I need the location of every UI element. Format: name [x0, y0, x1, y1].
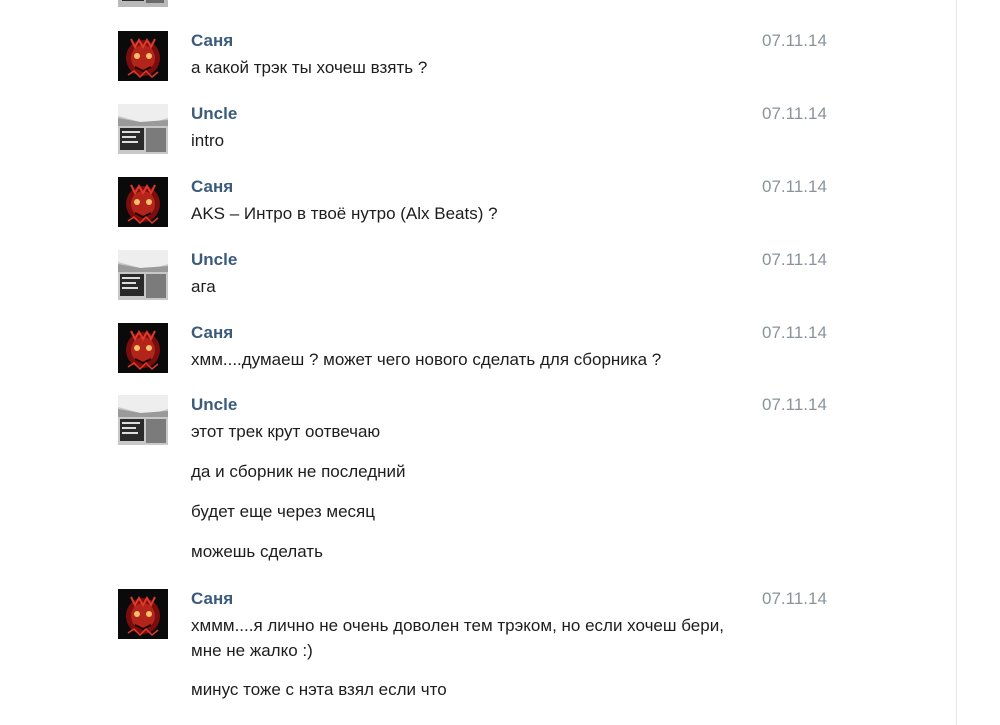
message-date[interactable]: 07.11.14 [762, 323, 827, 343]
message-date[interactable]: 07.11.14 [762, 31, 827, 51]
sanya-avatar-icon[interactable] [118, 177, 168, 227]
message-text: а какой трэк ты хочеш взять ? [191, 58, 428, 77]
message-author[interactable]: Саня [191, 177, 233, 197]
message-text: хммм....я лично не очень доволен тем трэ… [191, 616, 724, 635]
message-author[interactable]: Саня [191, 31, 233, 51]
message-text: intro [191, 131, 225, 150]
message-text: хмм....думаеш ? может чего нового сделат… [191, 350, 662, 369]
sanya-avatar-icon[interactable] [118, 323, 168, 373]
uncle-avatar-icon[interactable] [118, 250, 168, 300]
message-text: да и сборник не последний [191, 462, 406, 481]
message-date[interactable]: 07.11.14 [762, 250, 827, 270]
sanya-avatar-icon[interactable] [118, 31, 168, 81]
message-text: ага [191, 277, 216, 296]
message-author[interactable]: Саня [191, 323, 233, 343]
uncle-avatar-icon [118, 0, 168, 7]
message-text: AKS – Интро в твоё нутро (Alx Beats) ? [191, 204, 498, 223]
previous-message-avatar-fragment [118, 0, 168, 7]
message-date[interactable]: 07.11.14 [762, 177, 827, 197]
message-text: мне не жалко :) [191, 641, 313, 660]
message-author[interactable]: Uncle [191, 395, 237, 415]
message-author[interactable]: Саня [191, 589, 233, 609]
message-text: минус тоже с нэта взял если что [191, 680, 447, 699]
message-date[interactable]: 07.11.14 [762, 589, 827, 609]
message-text: можешь сделать [191, 542, 323, 561]
message-date[interactable]: 07.11.14 [762, 104, 827, 124]
uncle-avatar-icon[interactable] [118, 104, 168, 154]
chat-right-border [956, 0, 957, 725]
sanya-avatar-icon[interactable] [118, 589, 168, 639]
uncle-avatar-icon[interactable] [118, 395, 168, 445]
message-author[interactable]: Uncle [191, 250, 237, 270]
message-date[interactable]: 07.11.14 [762, 395, 827, 415]
message-text: этот трек крут оотвечаю [191, 422, 381, 441]
message-author[interactable]: Uncle [191, 104, 237, 124]
message-text: будет еще через месяц [191, 502, 375, 521]
